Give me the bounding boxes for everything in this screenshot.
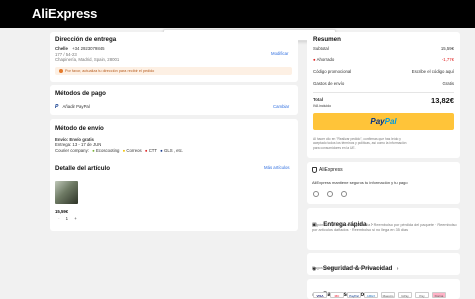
address-name-phone: Chelle +34 2923079845	[55, 46, 105, 52]
shipping-title: Método de envío	[55, 125, 104, 132]
courier-gls: ● GLS , etc.	[160, 148, 184, 153]
payment-method-title: Métodos de pago	[55, 90, 106, 97]
shield-icon	[312, 167, 317, 173]
total-label: Total	[313, 97, 323, 102]
payment-badge-icon	[341, 191, 347, 197]
quantity-stepper: - 1 +	[58, 216, 77, 222]
aliexpress-logo[interactable]: AliExpress	[32, 6, 97, 21]
chevron-right-icon: ›	[396, 266, 399, 272]
change-payment-link[interactable]: Cambiar	[273, 104, 289, 109]
security-badge-icon	[327, 191, 333, 197]
courier-label: Courier company:	[55, 148, 89, 153]
top-bar: AliExpress	[0, 0, 475, 28]
visa-icon: VISA	[313, 292, 327, 298]
summary-row-promo: Código promocional Escribe el código aqu…	[313, 69, 454, 74]
warning-icon	[59, 69, 63, 73]
saved-icon: ●	[313, 57, 316, 62]
paypal-pay-icon: PayPal	[347, 292, 361, 298]
summary-row-subtotal: Subtotal 15,59€	[313, 46, 454, 51]
address-line2: Chapinería, Madrid, Spain, 28001	[55, 57, 120, 62]
courier-row: Courier company: ● Ecoscooting ● Correos…	[55, 148, 183, 154]
mastercard-icon: MC	[330, 292, 344, 298]
courier-ecoscooting: ● Ecoscooting	[92, 148, 120, 153]
trust-text: AliExpress mantiene seguros tu informaci…	[312, 180, 408, 185]
klarna-icon: Klarna	[432, 292, 446, 298]
delivery-badge-icon	[313, 191, 319, 197]
promo-code-input[interactable]: Escribe el código aquí	[412, 69, 454, 74]
item-detail-title: Detalle del artículo	[55, 165, 111, 172]
maestro-icon: Maestro	[381, 292, 395, 298]
summary-row-shipping: Gastos de envío Gratis	[313, 81, 454, 86]
increase-button[interactable]: +	[74, 216, 77, 221]
gpay-icon: GPay	[398, 292, 412, 298]
trust-header: AliExpress	[312, 167, 343, 173]
shipping-card	[50, 119, 298, 231]
paypal-icon: P	[55, 104, 59, 110]
address-phone: +34 2923079845	[72, 46, 105, 51]
summary-divider	[313, 92, 454, 93]
item-price: 15,59€	[55, 209, 69, 214]
decrease-button[interactable]: -	[58, 216, 59, 221]
legal-text: Al hacer clic en "Realizar pedido", conf…	[313, 137, 407, 150]
courier-ctt: ● CTT	[144, 148, 157, 153]
total-note: IVA incluido	[313, 104, 332, 108]
address-warning: Por favor, actualiza tu dirección para r…	[55, 67, 292, 75]
fast-delivery-list: Cupón de 1,00€ por entrega tardía · Reem…	[312, 223, 457, 233]
summary-row-saved: ● Ahorrado -1,77€	[313, 57, 454, 62]
edit-address-link[interactable]: Modificar	[271, 51, 288, 56]
summary-title: Resumen	[313, 36, 341, 43]
more-items-link[interactable]: Más artículos	[264, 165, 290, 170]
courier-correos: ● Correos	[122, 148, 142, 153]
paypal-option[interactable]: P Añadir PayPal	[55, 104, 90, 111]
paypal-option-label: Añadir PayPal	[62, 104, 90, 109]
quantity-value[interactable]: 1	[66, 216, 68, 221]
summary-total: Total 13,82€	[313, 96, 454, 105]
shipping-eta: Entrega: 13 - 17 de JUN	[55, 142, 102, 147]
paypal-checkout-button[interactable]: PayPal	[313, 113, 454, 130]
amex-icon: AMEX	[364, 292, 378, 298]
security-sub: Pagos seguros · Datos personales seguros	[312, 266, 385, 270]
apple-pay-icon: Pay	[415, 292, 429, 298]
product-thumbnail[interactable]	[55, 181, 78, 204]
total-value: 13,82€	[431, 96, 454, 105]
trust-brand: AliExpress	[319, 167, 343, 173]
address-title: Dirección de entrega	[55, 36, 117, 43]
address-warning-text: Por favor, actualiza tu dirección para r…	[65, 69, 155, 73]
address-name: Chelle	[55, 46, 68, 51]
